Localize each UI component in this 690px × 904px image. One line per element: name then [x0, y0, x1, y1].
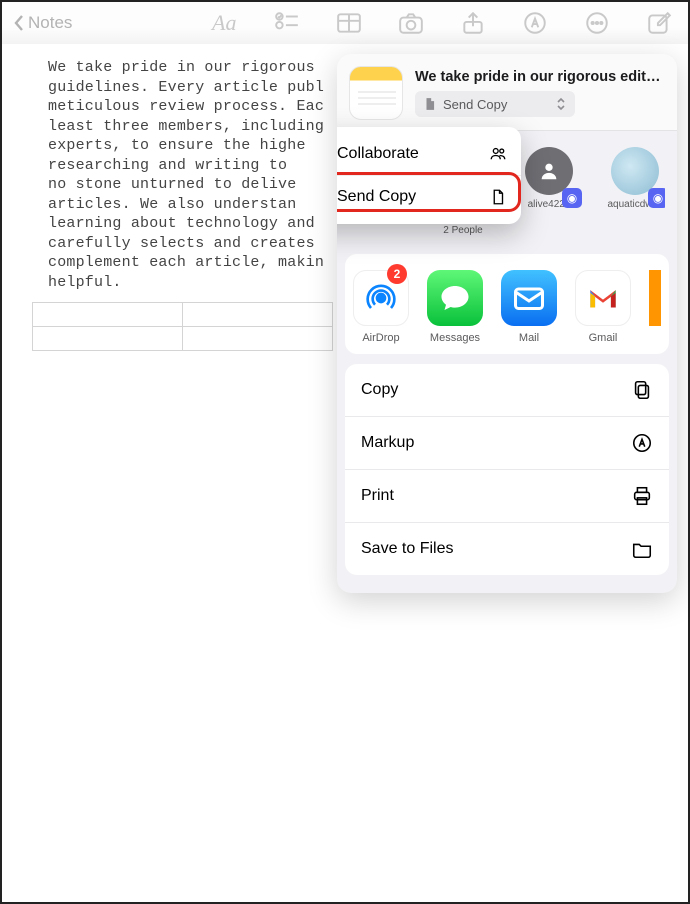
- mail-icon: [501, 270, 557, 326]
- print-icon: [631, 485, 653, 507]
- app-messages[interactable]: Messages: [427, 270, 483, 344]
- messages-icon: [427, 270, 483, 326]
- airdrop-badge: 2: [387, 264, 407, 284]
- action-label: Print: [361, 487, 394, 505]
- notes-app-icon: [349, 66, 403, 120]
- app-gmail[interactable]: Gmail: [575, 270, 631, 344]
- actions-list: Copy Markup Print Save to Files: [345, 364, 669, 575]
- people-icon: [489, 145, 507, 163]
- app-label: Mail: [519, 332, 539, 344]
- copy-icon: [631, 379, 653, 401]
- note-empty-table[interactable]: [32, 302, 333, 351]
- discord-mini-icon: ◉: [562, 188, 582, 208]
- option-label: Collaborate: [337, 145, 419, 163]
- action-print[interactable]: Print: [345, 470, 669, 523]
- app-airdrop[interactable]: 2 AirDrop: [353, 270, 409, 344]
- share-icon[interactable]: [460, 10, 486, 36]
- apps-row: 2 AirDrop Messages Mail Gmail: [345, 254, 669, 354]
- contact-aquaticdwoll[interactable]: ◉ aquaticdwoll: [605, 147, 665, 236]
- share-title: We take pride in our rigorous edit…: [415, 69, 665, 85]
- action-copy[interactable]: Copy: [345, 364, 669, 417]
- app-icon-cutoff: [649, 270, 661, 326]
- discord-mini-icon: ◉: [648, 188, 665, 208]
- share-mode-dropdown: Collaborate Send Copy: [337, 127, 521, 224]
- text-format-icon[interactable]: Aa: [212, 10, 238, 36]
- dropdown-option-send-copy[interactable]: Send Copy: [337, 176, 521, 218]
- app-label: Gmail: [589, 332, 618, 344]
- document-icon: [423, 97, 437, 111]
- action-label: Markup: [361, 434, 414, 452]
- camera-icon[interactable]: [398, 10, 424, 36]
- markup-icon: [631, 432, 653, 454]
- chevron-left-icon: [12, 13, 26, 33]
- action-markup[interactable]: Markup: [345, 417, 669, 470]
- app-mail[interactable]: Mail: [501, 270, 557, 344]
- action-save-to-files[interactable]: Save to Files: [345, 523, 669, 575]
- toolbar: Notes Aa: [2, 2, 688, 44]
- compose-icon[interactable]: [646, 10, 672, 36]
- updown-chevron-icon: [555, 96, 567, 112]
- app-label: Messages: [430, 332, 480, 344]
- folder-icon: [631, 538, 653, 560]
- gmail-icon: [575, 270, 631, 326]
- more-icon[interactable]: [584, 10, 610, 36]
- share-mode-button[interactable]: Send Copy: [415, 91, 575, 117]
- toolbar-tools: Aa: [212, 10, 678, 36]
- document-icon: [489, 188, 507, 206]
- app-label: AirDrop: [362, 332, 399, 344]
- back-label: Notes: [28, 13, 72, 33]
- action-label: Save to Files: [361, 540, 453, 558]
- share-mode-label: Send Copy: [443, 97, 507, 112]
- share-sheet: We take pride in our rigorous edit… Send…: [337, 54, 677, 593]
- app-more-cutoff[interactable]: [649, 270, 661, 344]
- contact-alive4228[interactable]: ◉ alive4228: [519, 147, 579, 236]
- option-label: Send Copy: [337, 188, 416, 206]
- markup-circle-icon[interactable]: [522, 10, 548, 36]
- contact-sub: 2 People: [443, 225, 482, 236]
- dropdown-option-collaborate[interactable]: Collaborate: [337, 133, 521, 176]
- table-icon[interactable]: [336, 10, 362, 36]
- action-label: Copy: [361, 381, 398, 399]
- checklist-icon[interactable]: [274, 10, 300, 36]
- share-header: We take pride in our rigorous edit… Send…: [337, 54, 677, 130]
- back-button[interactable]: Notes: [12, 13, 72, 33]
